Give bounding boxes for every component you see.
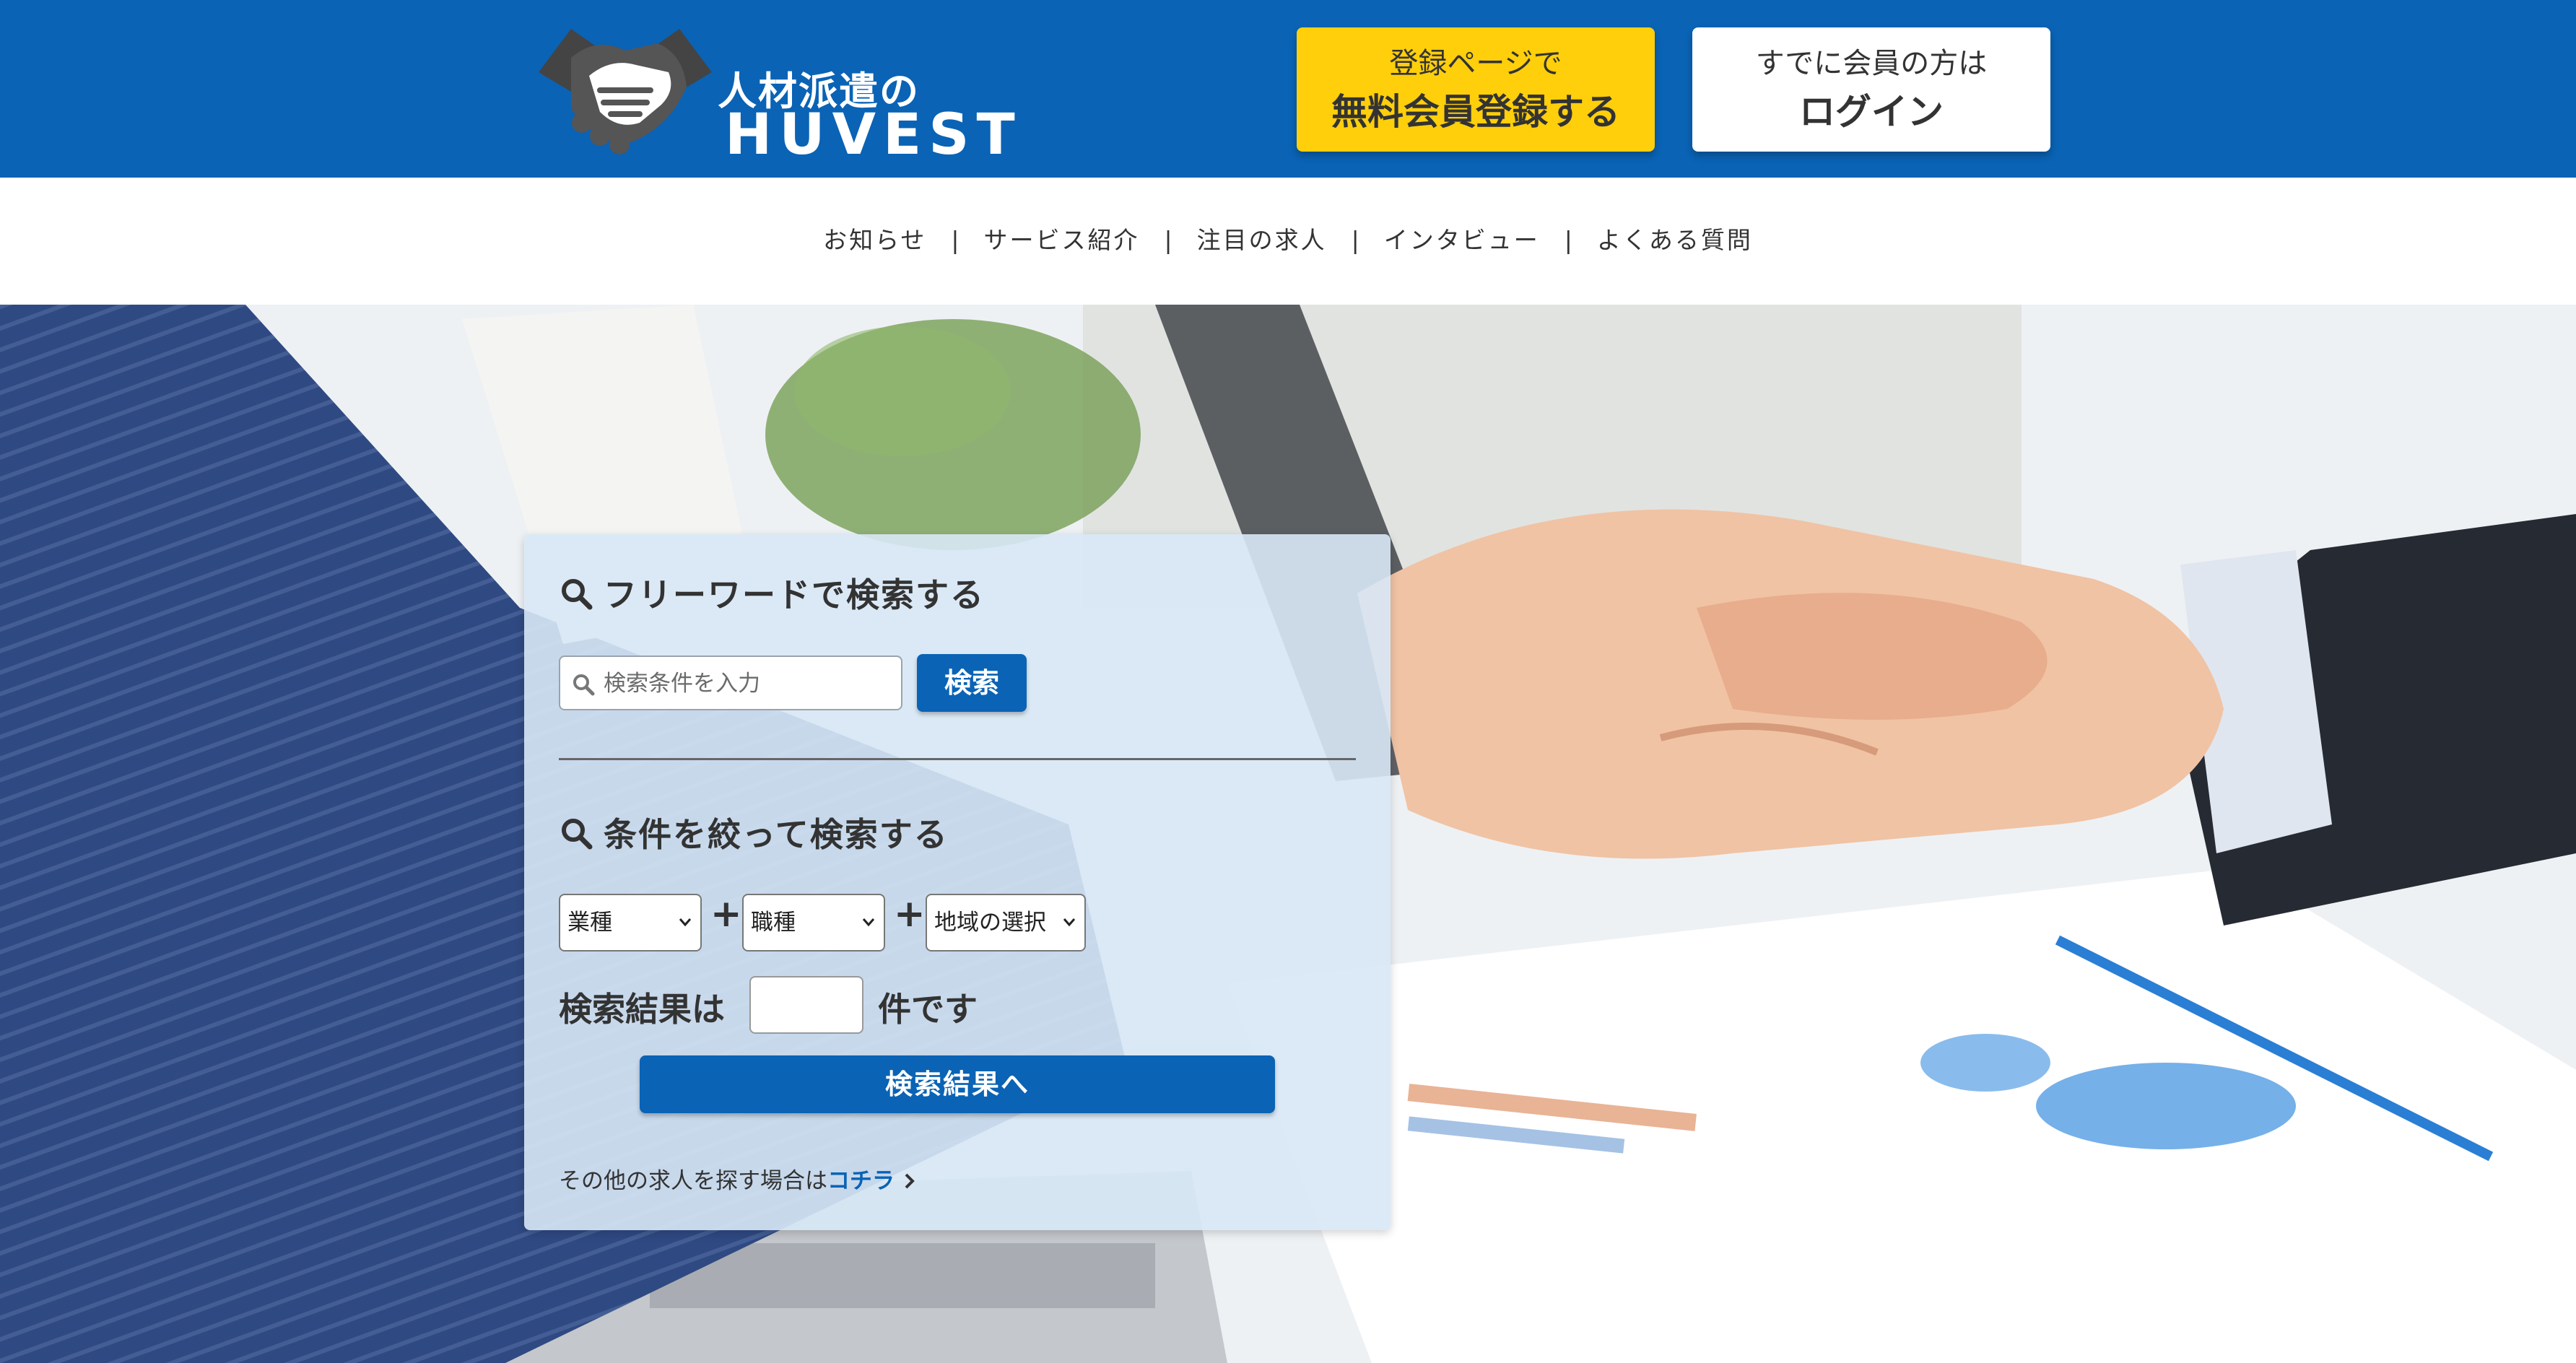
other-jobs-link[interactable]: コチラ — [827, 1168, 895, 1194]
nav-item-services[interactable]: サービス紹介 — [984, 221, 1140, 256]
login-button-label: ログイン — [1799, 91, 1944, 133]
result-prefix: 検索結果は — [559, 990, 725, 1029]
nav-item-news[interactable]: お知らせ — [823, 221, 926, 256]
industry-select[interactable]: 業種 — [559, 894, 702, 952]
nav-separator: | — [1164, 226, 1172, 254]
chevron-down-icon — [679, 918, 692, 927]
plus-sign: + — [710, 892, 742, 936]
region-select-value: 地域の選択 — [934, 910, 1046, 936]
global-nav: お知らせ | サービス紹介 | 注目の求人 | インタビュー | よくある質問 — [0, 178, 2576, 305]
chevron-down-icon — [1063, 918, 1076, 927]
nav-item-faq[interactable]: よくある質問 — [1597, 221, 1753, 256]
section-divider — [559, 758, 1356, 760]
search-button[interactable]: 検索 — [917, 654, 1027, 712]
logo-brand-name: HUVEST — [725, 103, 1022, 167]
site-header: 人材派遣の HUVEST 登録ページで 無料会員登録する すでに会員の方は ログ… — [0, 0, 2576, 178]
chevron-right-icon — [905, 1173, 915, 1189]
region-select[interactable]: 地域の選択 — [926, 894, 1086, 952]
magnifier-icon — [562, 819, 593, 850]
register-button-label: 無料会員登録する — [1331, 91, 1620, 133]
result-count-box — [749, 976, 863, 1034]
free-word-title: フリーワードで検索する — [559, 569, 985, 617]
login-button-caption: すでに会員の方は — [1755, 47, 1988, 80]
nav-item-interviews[interactable]: インタビュー — [1384, 221, 1540, 256]
other-jobs-line: その他の求人を探す場合はコチラ — [559, 1162, 918, 1195]
industry-select-value: 業種 — [567, 910, 612, 936]
site-logo[interactable]: 人材派遣の HUVEST — [531, 22, 1015, 167]
login-button[interactable]: すでに会員の方は ログイン — [1692, 27, 2050, 152]
nav-separator: | — [1351, 226, 1359, 254]
handshake-icon — [539, 29, 712, 154]
job-type-select[interactable]: 職種 — [742, 894, 885, 952]
free-word-title-text: フリーワードで検索する — [604, 575, 985, 614]
filter-title-text: 条件を絞って検索する — [604, 815, 949, 854]
nav-item-featured-jobs[interactable]: 注目の求人 — [1197, 221, 1327, 256]
register-button[interactable]: 登録ページで 無料会員登録する — [1297, 27, 1655, 152]
job-search-panel: フリーワードで検索する 検索 条件を絞って検索する 業種 + 職種 + 地域の選… — [524, 534, 1391, 1230]
register-button-caption: 登録ページで — [1389, 47, 1562, 80]
free-word-input[interactable] — [602, 664, 894, 703]
magnifier-icon — [562, 579, 593, 610]
filter-title: 条件を絞って検索する — [559, 809, 949, 856]
view-results-button[interactable]: 検索結果へ — [640, 1055, 1275, 1113]
free-word-input-box[interactable] — [559, 656, 902, 710]
nav-separator: | — [951, 226, 960, 254]
result-suffix: 件です — [878, 990, 978, 1029]
chevron-down-icon — [862, 918, 875, 927]
nav-separator: | — [1564, 226, 1572, 254]
other-jobs-text: その他の求人を探す場合は — [559, 1168, 827, 1194]
magnifier-icon — [573, 674, 595, 696]
plus-sign: + — [894, 892, 926, 936]
job-type-select-value: 職種 — [751, 910, 796, 936]
